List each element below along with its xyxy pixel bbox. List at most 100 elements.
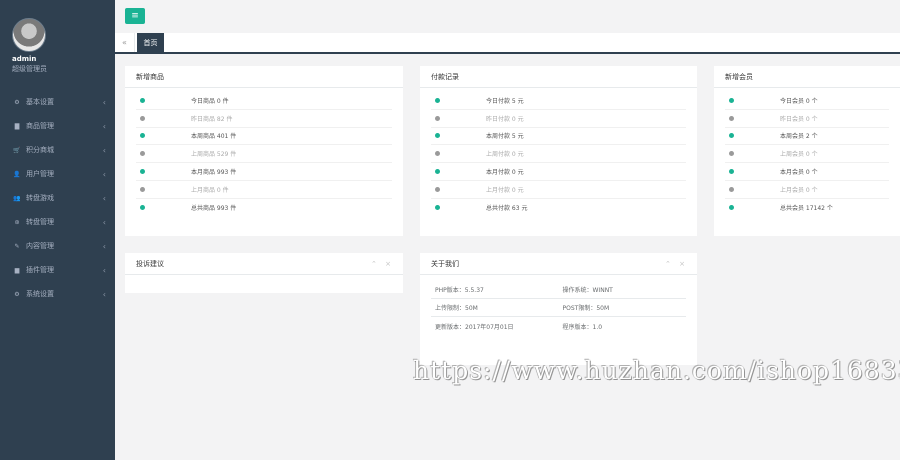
table-cell: PHP版本：5.5.37 xyxy=(435,287,484,294)
chevron-left-icon: ‹ xyxy=(102,97,106,107)
list-icon: ▇ xyxy=(14,122,20,130)
status-dot-icon xyxy=(729,133,734,139)
list-item: 昨日付款 0 元 xyxy=(431,110,686,128)
chevron-left-icon: ‹ xyxy=(102,289,106,299)
list-item: 昨日商品 82 件 xyxy=(136,110,392,128)
sidebar-item-label: 商品管理 xyxy=(26,122,54,130)
stat-text: 本周付款 5 元 xyxy=(486,133,524,141)
table-row: 更新版本：2017年07月01日 程序版本：1.0 xyxy=(431,317,686,335)
list-item: 上月商品 0 件 xyxy=(136,181,392,199)
feedback-panel: 投诉建议 ⌃ × xyxy=(125,253,403,293)
list-item: 今日付款 5 元 xyxy=(431,92,686,110)
list-item: 今日商品 0 件 xyxy=(136,92,392,110)
sidebar-item-label: 用户管理 xyxy=(26,170,54,178)
edit-icon: ✎ xyxy=(14,242,20,250)
status-dot-icon xyxy=(140,115,145,121)
stat-text: 昨日商品 82 件 xyxy=(191,115,233,123)
status-dot-icon xyxy=(435,169,440,175)
payments-stat-list: 今日付款 5 元 昨日付款 0 元 本周付款 5 元 上周付款 0 元 本月付款… xyxy=(420,92,697,217)
sidebar-item-goods[interactable]: ▇ 商品管理 ‹ xyxy=(0,114,115,138)
table-cell: 上传限制：50M xyxy=(435,305,478,312)
menu-toggle-button[interactable]: ≡ xyxy=(125,8,145,24)
sidebar-item-wheel-game[interactable]: 👥 转盘游戏 ‹ xyxy=(0,186,115,210)
tab-scroll-left-button[interactable]: « xyxy=(115,33,135,52)
list-item: 总共会员 17142 个 xyxy=(725,199,889,217)
chevron-left-icon: ‹ xyxy=(102,193,106,203)
payments-panel: 付款记录 今日付款 5 元 昨日付款 0 元 本周付款 5 元 上周付款 0 元… xyxy=(420,66,697,236)
stat-text: 今日付款 5 元 xyxy=(486,97,524,105)
stat-text: 上月付款 0 元 xyxy=(486,186,524,194)
status-dot-icon xyxy=(729,151,734,157)
list-item: 本周付款 5 元 xyxy=(431,128,686,146)
sidebar-item-users[interactable]: 👤 用户管理 ‹ xyxy=(0,162,115,186)
stat-text: 本月商品 993 件 xyxy=(191,169,237,177)
stat-text: 昨日付款 0 元 xyxy=(486,115,524,123)
panel-tools[interactable]: ⌃ × xyxy=(665,253,688,275)
cart-icon: 🛒 xyxy=(13,146,21,154)
profile-role: 超级管理员 xyxy=(12,65,47,73)
list-item: 总共付款 63 元 xyxy=(431,199,686,217)
panel-tools[interactable]: ⌃ × xyxy=(371,253,394,275)
panel-title: 投诉建议 ⌃ × xyxy=(125,253,403,275)
menu-icon: ≡ xyxy=(131,11,139,21)
panel-title-text: 关于我们 xyxy=(431,260,459,268)
list-item: 本周会员 2 个 xyxy=(725,128,889,146)
sidebar-item-label: 内容管理 xyxy=(26,242,54,250)
status-dot-icon xyxy=(140,205,145,211)
sidebar-item-label: 插件管理 xyxy=(26,266,54,274)
profile-name[interactable]: admin xyxy=(12,55,115,63)
status-dot-icon xyxy=(140,169,145,175)
stat-text: 上周商品 529 件 xyxy=(191,151,237,159)
panel-title: 付款记录 xyxy=(420,66,697,88)
list-item: 上月会员 0 个 xyxy=(725,181,889,199)
sidebar-item-label: 转盘管理 xyxy=(26,218,54,226)
cogs-icon: ⚙ xyxy=(14,290,20,298)
profile: admin 超级管理员 xyxy=(0,0,115,84)
status-dot-icon xyxy=(435,97,440,103)
members-stat-list: 今日会员 0 个 昨日会员 0 个 本周会员 2 个 上周会员 0 个 本月会员… xyxy=(714,92,900,217)
status-dot-icon xyxy=(729,97,734,103)
sidebar-item-system-settings[interactable]: ⚙ 系统设置 ‹ xyxy=(0,282,115,306)
status-dot-icon xyxy=(140,186,145,192)
stat-text: 本月会员 0 个 xyxy=(780,169,818,177)
list-item: 本月会员 0 个 xyxy=(725,163,889,181)
members-panel: 新增会员 今日会员 0 个 昨日会员 0 个 本周会员 2 个 上周会员 0 个… xyxy=(714,66,900,236)
stat-text: 总共商品 993 件 xyxy=(191,205,237,213)
table-cell: 更新版本：2017年07月01日 xyxy=(435,323,514,331)
chevron-left-icon: ‹ xyxy=(102,145,106,155)
stat-text: 上月商品 0 件 xyxy=(191,186,229,194)
status-dot-icon xyxy=(435,186,440,192)
list-item: 上周会员 0 个 xyxy=(725,145,889,164)
list-item: 本月商品 993 件 xyxy=(136,163,392,181)
status-dot-icon xyxy=(729,205,734,211)
stat-text: 总共会员 17142 个 xyxy=(780,205,833,213)
sidebar: admin 超级管理员 ⚙ 基本设置 ‹ ▇ 商品管理 ‹ 🛒 积分商城 ‹ 👤 用户管理 ‹ … xyxy=(0,0,115,460)
tab-home[interactable]: 首页 xyxy=(137,33,164,52)
list-item: 今日会员 0 个 xyxy=(725,92,889,110)
chevron-left-icon: ‹ xyxy=(102,121,106,131)
sidebar-item-plugins[interactable]: ▆ 插件管理 ‹ xyxy=(0,258,115,282)
sidebar-item-basic-settings[interactable]: ⚙ 基本设置 ‹ xyxy=(0,90,115,114)
list-item: 上月付款 0 元 xyxy=(431,181,686,199)
status-dot-icon xyxy=(140,151,145,157)
user-icon: 👤 xyxy=(13,170,21,178)
table-row: PHP版本：5.5.37 操作系统：WINNT xyxy=(431,281,686,299)
watermark: https://www.huzhan.com/ishop16833 xyxy=(413,356,900,385)
avatar[interactable] xyxy=(12,18,46,52)
sidebar-item-wheel-manage[interactable]: ⊛ 转盘管理 ‹ xyxy=(0,210,115,234)
sidebar-item-points-mall[interactable]: 🛒 积分商城 ‹ xyxy=(0,138,115,162)
list-item: 上周商品 529 件 xyxy=(136,145,392,164)
gear-icon: ⚙ xyxy=(14,98,20,106)
list-item: 本月付款 0 元 xyxy=(431,163,686,181)
list-item: 本周商品 401 件 xyxy=(136,128,392,146)
stat-text: 总共付款 63 元 xyxy=(486,205,528,213)
sidebar-item-content[interactable]: ✎ 内容管理 ‹ xyxy=(0,234,115,258)
stat-text: 上月会员 0 个 xyxy=(780,186,818,194)
table-cell: 程序版本：1.0 xyxy=(562,323,603,331)
panel-title: 新增会员 xyxy=(714,66,900,88)
stat-text: 本月付款 0 元 xyxy=(486,169,524,177)
sidebar-item-label: 系统设置 xyxy=(26,290,54,298)
double-chevron-left-icon: « xyxy=(122,38,127,47)
sidebar-nav: ⚙ 基本设置 ‹ ▇ 商品管理 ‹ 🛒 积分商城 ‹ 👤 用户管理 ‹ 👥 转盘游戏 ‹ ⊛ 转盘管理… xyxy=(0,90,115,306)
stat-text: 今日会员 0 个 xyxy=(780,97,818,105)
